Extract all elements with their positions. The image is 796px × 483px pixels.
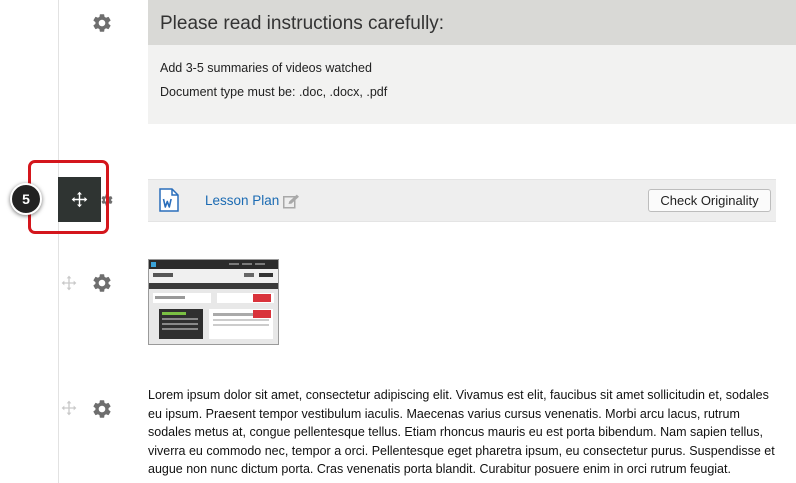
left-gutter-line	[58, 0, 59, 483]
gear-icon[interactable]	[91, 272, 113, 294]
instruction-line: Document type must be: .doc, .docx, .pdf	[160, 85, 388, 99]
gear-icon[interactable]	[91, 398, 113, 420]
check-originality-button[interactable]: Check Originality	[648, 189, 771, 212]
step-badge: 5	[10, 183, 42, 215]
instruction-line: Add 3-5 summaries of videos watched	[160, 61, 372, 75]
move-icon[interactable]	[61, 400, 77, 416]
screenshot-thumbnail[interactable]	[148, 259, 279, 345]
word-document-icon	[159, 188, 179, 212]
lesson-plan-link[interactable]: Lesson Plan	[205, 193, 279, 208]
instructions-title: Please read instructions carefully:	[160, 13, 445, 34]
body-paragraph: Lorem ipsum dolor sit amet, consectetur …	[148, 388, 775, 477]
gear-icon[interactable]	[91, 12, 113, 34]
edit-icon[interactable]	[283, 194, 300, 209]
move-icon[interactable]	[61, 275, 77, 291]
